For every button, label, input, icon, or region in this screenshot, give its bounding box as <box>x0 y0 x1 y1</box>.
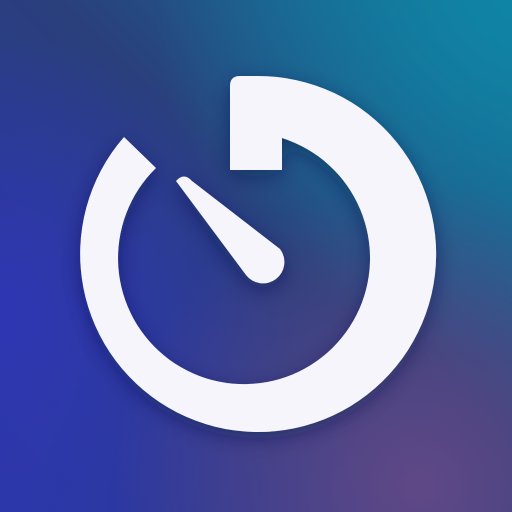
app-icon-graphic <box>0 0 512 512</box>
app-icon <box>0 0 512 512</box>
